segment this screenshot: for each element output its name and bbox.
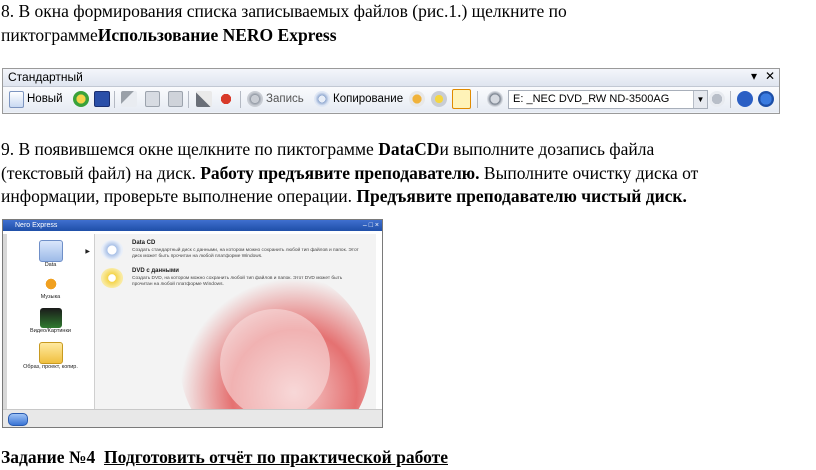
speedometer-background-graphic <box>180 269 370 409</box>
sidebar-item-data[interactable]: Data ▶ <box>7 240 94 268</box>
option-description: Создать стандартный диск с данными, на к… <box>132 248 359 259</box>
eject-icon[interactable] <box>709 91 725 107</box>
paragraph-step8-line1: 8. В окна формирования списка записываем… <box>1 1 567 21</box>
help-icon[interactable] <box>758 91 774 107</box>
eject-disc-button[interactable] <box>8 413 28 426</box>
nero-express-icon[interactable] <box>452 89 471 109</box>
arrow-right-icon: ▶ <box>85 249 90 255</box>
toolbar-menu-arrow-icon[interactable]: ▾ <box>751 69 757 83</box>
new-button[interactable]: Новый <box>9 90 63 108</box>
nero-footer <box>3 409 382 427</box>
data-cd-icon <box>101 240 123 260</box>
step9-bold-datacd: DataCD <box>378 139 440 159</box>
paragraph-step9-line1: 9. В появившемся окне щелкните по пиктог… <box>1 138 654 161</box>
burn-icon <box>247 91 263 107</box>
copy-disc-button[interactable]: Копирование <box>314 90 403 108</box>
toolbar-separator <box>188 91 189 108</box>
folder-icon <box>38 342 63 364</box>
step9-line2-text-a: (текстовый файл) на диск. <box>1 163 201 183</box>
nero-titlebar: Nero Express – □ × <box>3 220 382 231</box>
paragraph-step8-line2: пиктограммеИспользование NERO Express <box>1 24 337 47</box>
nero-main-panel: Data CD Создать стандартный диск с данны… <box>95 234 376 409</box>
sidebar-item-label: Музыка <box>40 294 61 300</box>
write-button[interactable]: Запись <box>247 90 304 108</box>
toolbar-titlebar: Стандартный ▾ ✕ <box>3 69 779 87</box>
step9-line3-text-a: информации, проверьте выполнение операци… <box>1 186 357 206</box>
copy-disc-icon <box>314 91 330 107</box>
toolbar-separator <box>477 91 478 108</box>
toolbar-separator <box>240 91 241 108</box>
video-film-icon <box>39 308 62 328</box>
step9-line2-text-c: Выполните очистку диска от <box>479 163 699 183</box>
option-title: DVD с данными <box>132 268 179 274</box>
toolbar-close-icon[interactable]: ✕ <box>765 69 775 83</box>
copy-icon[interactable] <box>145 91 160 107</box>
paragraph-step9-line2: (текстовый файл) на диск. Работу предъяв… <box>1 162 698 185</box>
write-button-label: Запись <box>266 93 304 105</box>
nero-sidebar: Data ▶ Музыка Видео/Картинки Образ, прое… <box>7 234 95 409</box>
step9-text-c: и выполните дозапись файла <box>439 139 655 159</box>
task-label: Задание №4 <box>1 447 96 467</box>
new-button-label: Новый <box>27 93 63 105</box>
standard-toolbar: Стандартный ▾ ✕ Новый Запись Копирование <box>2 68 780 114</box>
step9-line3-bold: Предъявите преподавателю чистый диск. <box>356 186 687 206</box>
chevron-down-icon[interactable]: ▼ <box>693 91 707 108</box>
delete-icon[interactable] <box>218 91 234 107</box>
sidebar-item-label: Видео/Картинки <box>30 328 71 334</box>
task-text: Подготовить отчёт по практической работе <box>103 447 448 467</box>
paste-icon[interactable] <box>168 91 183 107</box>
nero-express-window: Nero Express – □ × Data ▶ Музыка Видео/К… <box>2 219 383 428</box>
drive-select[interactable]: E: _NEC DVD_RW ND-3500AG ▼ <box>508 90 708 109</box>
nero-window-title: Nero Express <box>15 222 58 229</box>
option-description: Создать DVD, на котором можно сохранить … <box>132 276 343 287</box>
nero-wizard-icon[interactable] <box>409 91 425 107</box>
step9-text-a: 9. В появившемся окне щелкните по пиктог… <box>1 139 379 159</box>
drive-icon <box>487 91 503 107</box>
task-heading: Задание №4 Подготовить отчёт по практиче… <box>1 446 448 469</box>
sidebar-item-label: Data <box>44 262 57 268</box>
toolbar-separator <box>114 91 115 108</box>
step9-line2-bold: Работу предъявите преподавателю. <box>200 163 480 183</box>
copy-disc-label: Копирование <box>333 93 404 105</box>
drive-select-value: E: _NEC DVD_RW ND-3500AG <box>513 93 670 105</box>
properties-icon[interactable] <box>196 91 212 107</box>
step8-bold-text: Использование NERO Express <box>97 25 337 45</box>
sidebar-item-video[interactable]: Видео/Картинки <box>7 308 94 334</box>
paragraph-step9-line3: информации, проверьте выполнение операци… <box>1 185 687 208</box>
open-icon[interactable] <box>73 91 89 107</box>
toolbar-separator <box>730 91 731 108</box>
step8-text: пиктограмме <box>1 25 98 45</box>
new-document-icon <box>9 90 24 108</box>
toolbar-title: Стандартный <box>8 70 83 84</box>
nero-express-disc-icon[interactable] <box>431 91 447 107</box>
cut-icon[interactable] <box>121 91 137 107</box>
window-controls-icon[interactable]: – □ × <box>363 220 379 231</box>
data-icon <box>38 240 63 262</box>
sidebar-item-music[interactable]: Музыка <box>7 274 94 300</box>
toolbar-buttons-row: Новый Запись Копирование E: _NEC DVD_RW … <box>3 87 779 112</box>
sidebar-item-label: Образ, проект, копир. <box>23 364 78 370</box>
option-title: Data CD <box>132 240 156 246</box>
save-icon[interactable] <box>94 91 110 107</box>
data-dvd-icon <box>101 268 123 288</box>
music-icon <box>39 274 62 294</box>
info-icon[interactable] <box>737 91 753 107</box>
sidebar-item-image-project[interactable]: Образ, проект, копир. <box>7 342 94 370</box>
